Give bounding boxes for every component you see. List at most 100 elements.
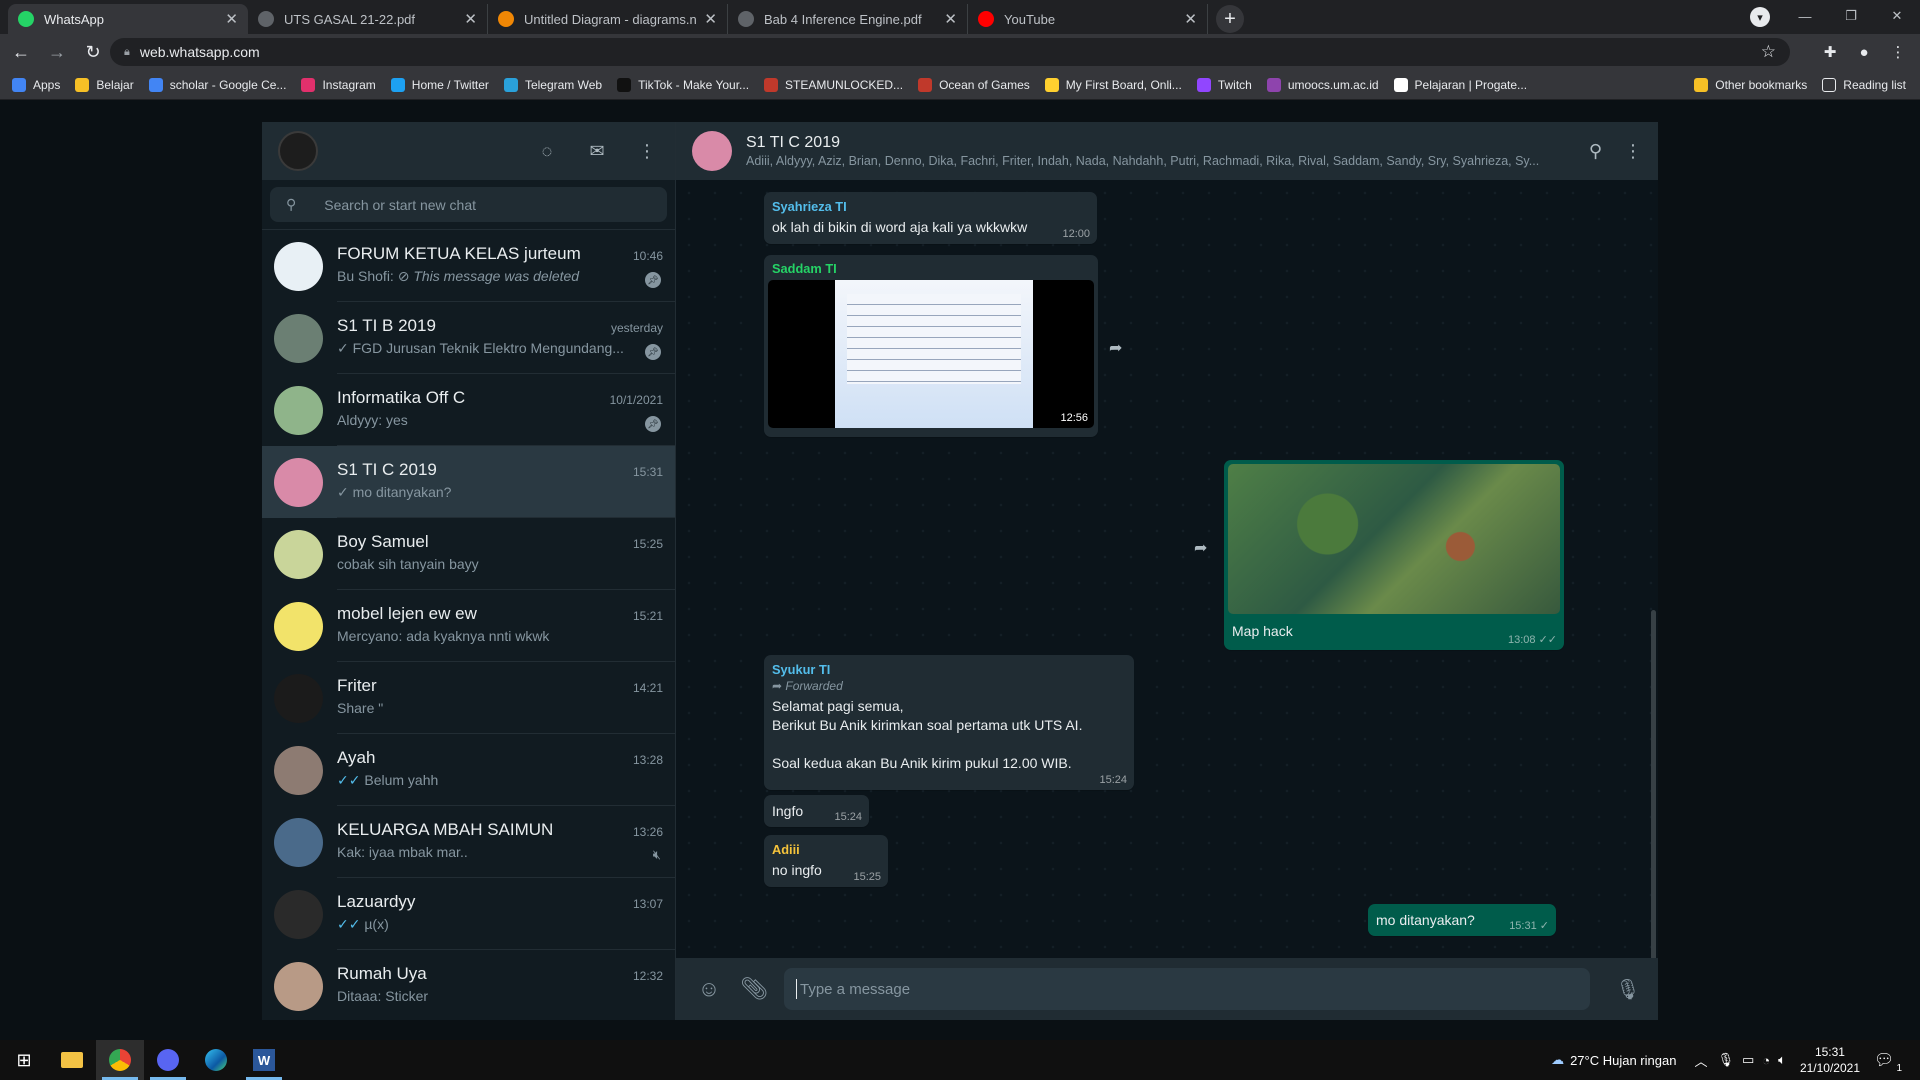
conversation-menu-icon[interactable]: ⋮ [1624, 141, 1642, 162]
share-icon[interactable]: ➦ [1194, 538, 1207, 558]
search-input[interactable]: ⚲ Search or start new chat [270, 187, 667, 222]
reload-icon[interactable]: ↻ [78, 37, 108, 67]
bookmark-star-icon[interactable]: ☆ [1761, 42, 1776, 62]
chat-last-message: Bu Shofi: ⊘ This message was deleted [337, 268, 637, 285]
profile-dropdown-icon[interactable]: ▾ [1750, 7, 1770, 27]
microphone-icon[interactable]: 🎙︎ [1608, 977, 1648, 1002]
game-screenshot-image[interactable] [1228, 464, 1560, 614]
volume-icon[interactable]: 🔈︎ [1778, 1052, 1786, 1068]
word-taskbar-icon[interactable]: W [240, 1040, 288, 1080]
reading-list[interactable]: Reading list [1822, 78, 1906, 92]
bookmark-item[interactable]: Home / Twitter [390, 77, 489, 92]
bookmark-item[interactable]: Apps [12, 77, 60, 92]
message-image-outgoing[interactable]: Map hack 13:08 ✓✓ [1224, 460, 1564, 650]
status-icon[interactable]: ◌ [535, 139, 559, 163]
browser-tab-bar: WhatsApp ✕ UTS GASAL 21-22.pdf ✕ Untitled Di… [0, 0, 1920, 34]
edge-taskbar-icon[interactable] [192, 1040, 240, 1080]
windows-start-icon[interactable]: ⊞ [0, 1040, 48, 1080]
wifi-icon[interactable]: ◔ [1762, 1053, 1770, 1068]
message-forwarded[interactable]: Syukur TI ➦ Forwarded Selamat pagi semua… [764, 655, 1134, 790]
chat-list-item[interactable]: Rumah Uya 12:32 Ditaaa: Sticker [262, 950, 675, 1020]
file-explorer-icon[interactable] [48, 1040, 96, 1080]
bookmark-label: Pelajaran | Progate... [1414, 77, 1528, 92]
emoji-icon[interactable]: ☺ [696, 976, 722, 1002]
message-input[interactable]: Type a message [784, 968, 1590, 1010]
conversation-header[interactable]: S1 TI C 2019 Adiii, Aldyyy, Aziz, Brian,… [676, 122, 1658, 180]
browser-tab[interactable]: UTS GASAL 21-22.pdf ✕ [248, 4, 488, 34]
chrome-taskbar-icon[interactable] [96, 1040, 144, 1080]
bookmark-item[interactable]: Telegram Web [503, 77, 602, 92]
notification-center-icon[interactable]: 💬︎ 1 [1874, 1050, 1904, 1074]
mic-tray-icon[interactable]: 🎙︎ [1717, 1052, 1734, 1068]
chat-list-item[interactable]: mobel lejen ew ew 15:21 Mercyano: ada ky… [262, 590, 675, 662]
bookmark-item[interactable]: Ocean of Games [918, 77, 1030, 92]
bookmark-label: scholar - Google Ce... [169, 77, 287, 92]
profile-icon[interactable]: ● [1850, 38, 1878, 66]
message-incoming[interactable]: Syahrieza TI ok lah di bikin di word aja… [764, 192, 1097, 244]
close-tab-icon[interactable]: ✕ [704, 10, 717, 28]
weather-text[interactable]: 27°C Hujan ringan [1570, 1053, 1676, 1068]
chat-avatar [274, 313, 323, 363]
tray-chevron-icon[interactable]: ︿ [1694, 1051, 1707, 1070]
browser-tab[interactable]: Untitled Diagram - diagrams.net ✕ [488, 4, 728, 34]
back-icon[interactable]: ← [6, 37, 36, 67]
chat-list-item[interactable]: Informatika Off C 10/1/2021 Aldyyy: yes … [262, 374, 675, 446]
close-tab-icon[interactable]: ✕ [225, 10, 238, 28]
chat-list-item[interactable]: KELUARGA MBAH SAIMUN 13:26 Kak: iyaa mba… [262, 806, 675, 878]
pin-icon: 📌︎ [645, 416, 661, 432]
chat-list-item[interactable]: Ayah 13:28 ✓✓ Belum yahh [262, 734, 675, 806]
chat-last-message: ✓ FGD Jurusan Teknik Elektro Mengundang.… [337, 340, 637, 357]
chat-list-item[interactable]: Friter 14:21 Share " [262, 662, 675, 734]
close-window-icon[interactable]: ✕ [1874, 0, 1920, 32]
bookmark-item[interactable]: Twitch [1196, 77, 1252, 92]
battery-icon[interactable]: ▭ [1742, 1052, 1754, 1068]
close-tab-icon[interactable]: ✕ [464, 10, 477, 28]
message-incoming[interactable]: Adiii no ingfo 15:25 [764, 835, 888, 887]
last-message-text: cobak sih tanyain bayy [337, 556, 479, 572]
chrome-menu-icon[interactable]: ⋮ [1884, 38, 1912, 66]
clock[interactable]: 15:31 21/10/2021 [1800, 1044, 1860, 1076]
bookmark-item[interactable]: Instagram [301, 77, 376, 92]
video-thumbnail[interactable]: 12:56 [768, 280, 1094, 428]
close-tab-icon[interactable]: ✕ [944, 10, 957, 28]
bookmark-item[interactable]: scholar - Google Ce... [148, 77, 287, 92]
attach-icon[interactable]: 📎︎ [740, 976, 768, 1002]
bookmark-item[interactable]: My First Board, Onli... [1044, 77, 1182, 92]
new-tab-button[interactable]: + [1216, 5, 1244, 33]
chat-list-item[interactable]: Boy Samuel 15:25 cobak sih tanyain bayy [262, 518, 675, 590]
search-messages-icon[interactable]: ⚲ [1589, 141, 1602, 162]
bookmark-item[interactable]: Belajar [75, 77, 134, 92]
other-bookmarks[interactable]: Other bookmarks [1694, 78, 1807, 92]
bookmark-item[interactable]: TikTok - Make Your... [617, 77, 749, 92]
browser-tab[interactable]: Bab 4 Inference Engine.pdf ✕ [728, 4, 968, 34]
chat-list-item[interactable]: S1 TI B 2019 yesterday ✓ FGD Jurusan Tek… [262, 302, 675, 374]
restore-icon[interactable]: ❐ [1828, 0, 1874, 32]
bookmark-item[interactable]: umoocs.um.ac.id [1266, 77, 1379, 92]
discord-taskbar-icon[interactable] [144, 1040, 192, 1080]
message-video[interactable]: Saddam TI 12:56 [764, 255, 1098, 437]
new-chat-icon[interactable]: ✉ [585, 139, 609, 163]
chat-list-item[interactable]: FORUM KETUA KELAS jurteum 10:46 Bu Shofi… [262, 230, 675, 302]
close-tab-icon[interactable]: ✕ [1184, 10, 1197, 28]
sidebar-header: ◌ ✉ ⋮ [262, 122, 675, 180]
address-bar[interactable]: 🔒︎ web.whatsapp.com ☆ [110, 38, 1790, 66]
minimize-icon[interactable]: — [1782, 0, 1828, 32]
chat-list-item[interactable]: Lazuardyy 13:07 ✓✓ µ(x) [262, 878, 675, 950]
forward-icon[interactable]: → [42, 37, 72, 67]
extensions-icon[interactable]: ✚ [1816, 38, 1844, 66]
message-outgoing[interactable]: mo ditanyakan? 15:31 ✓ [1368, 904, 1556, 936]
bookmark-item[interactable]: Pelajaran | Progate... [1393, 77, 1528, 92]
browser-tab[interactable]: WhatsApp ✕ [8, 4, 248, 34]
message-incoming[interactable]: Ingfo 15:24 [764, 795, 869, 827]
share-icon[interactable]: ➦ [1109, 338, 1122, 358]
menu-icon[interactable]: ⋮ [635, 139, 659, 163]
whatsapp-app: ◌ ✉ ⋮ ⚲ Search or start new chat FORUM K… [262, 122, 1658, 1020]
chat-list-item[interactable]: S1 TI C 2019 15:31 ✓ mo ditanyakan? [262, 446, 675, 518]
browser-tab[interactable]: YouTube ✕ [968, 4, 1208, 34]
bookmark-item[interactable]: STEAMUNLOCKED... [764, 77, 903, 92]
chat-time: yesterday [610, 321, 663, 335]
message-scrollbar[interactable] [1651, 610, 1656, 958]
group-avatar[interactable] [692, 131, 732, 171]
my-avatar[interactable] [278, 131, 318, 171]
chat-avatar [274, 601, 323, 651]
